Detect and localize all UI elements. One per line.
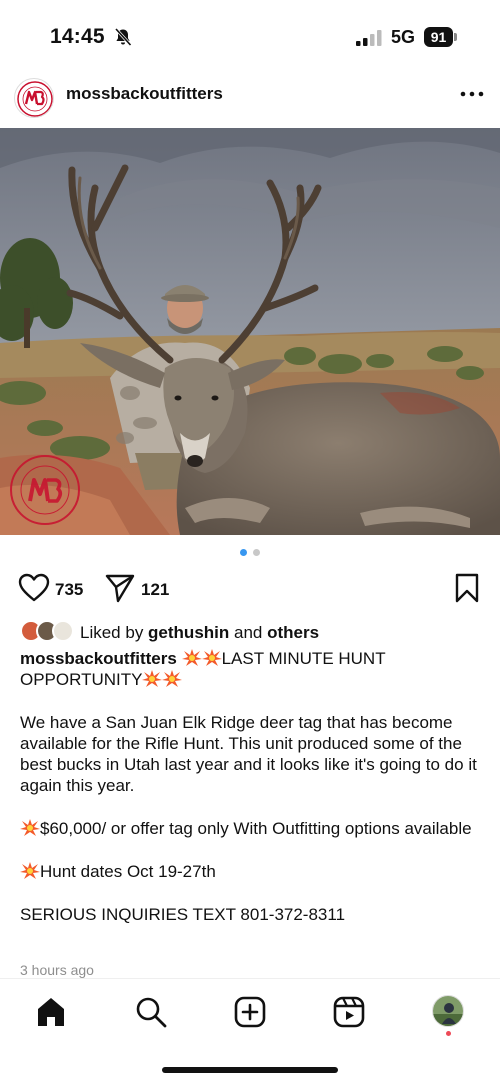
post-actions: 735 121 bbox=[0, 572, 500, 608]
share-button[interactable] bbox=[104, 572, 136, 606]
collision-emoji-icon bbox=[20, 862, 40, 879]
carousel-dot bbox=[253, 549, 260, 556]
bell-slash-icon bbox=[114, 27, 132, 47]
reels-icon bbox=[333, 996, 365, 1028]
like-count[interactable]: 735 bbox=[55, 580, 83, 600]
tab-home[interactable] bbox=[34, 995, 68, 1029]
bookmark-icon bbox=[455, 573, 479, 603]
post-header: mossbackoutfitters bbox=[0, 74, 500, 128]
search-icon bbox=[136, 997, 167, 1028]
collision-emoji-icon bbox=[181, 649, 202, 666]
send-icon bbox=[105, 574, 135, 603]
collision-emoji-icon bbox=[201, 649, 222, 666]
share-count[interactable]: 121 bbox=[141, 580, 169, 600]
battery-level: 91 bbox=[424, 27, 453, 47]
tab-create[interactable] bbox=[233, 995, 267, 1029]
home-icon bbox=[38, 998, 64, 1026]
hunter-with-mule-deer-image bbox=[0, 128, 500, 535]
more-options-icon[interactable] bbox=[458, 84, 486, 104]
caption-dates-line: Hunt dates Oct 19-27th bbox=[20, 861, 480, 882]
collision-emoji-icon bbox=[142, 670, 163, 687]
post-caption: mossbackoutfitters LAST MINUTE HUNT OPPO… bbox=[20, 648, 480, 925]
account-avatar[interactable] bbox=[14, 78, 54, 118]
home-indicator bbox=[162, 1067, 338, 1073]
liker-avatar bbox=[52, 620, 74, 642]
carousel-dot-active bbox=[240, 549, 247, 556]
status-time: 14:45 bbox=[50, 25, 105, 48]
network-type: 5G bbox=[391, 27, 416, 47]
liked-by-avatars bbox=[20, 620, 80, 644]
caption-contact-line: SERIOUS INQUIRIES TEXT 801-372-8311 bbox=[20, 905, 346, 924]
tab-profile[interactable] bbox=[432, 995, 464, 1027]
save-button[interactable] bbox=[454, 572, 480, 606]
tab-reels[interactable] bbox=[332, 995, 366, 1029]
carousel-indicator bbox=[0, 549, 500, 559]
post-timestamp: 3 hours ago bbox=[20, 962, 94, 978]
post-username[interactable]: mossbackoutfitters bbox=[66, 84, 223, 104]
like-button[interactable] bbox=[18, 572, 50, 606]
liked-by-others[interactable]: others bbox=[267, 623, 319, 642]
profile-avatar bbox=[433, 996, 463, 1026]
battery-icon: 91 bbox=[424, 27, 457, 47]
collision-emoji-icon bbox=[20, 819, 40, 836]
post-photo[interactable] bbox=[0, 128, 500, 535]
tab-search[interactable] bbox=[134, 995, 168, 1029]
watermark-logo bbox=[10, 455, 80, 525]
signal-icon bbox=[356, 30, 382, 46]
status-bar: 14:45 5G 91 bbox=[0, 0, 500, 74]
caption-paragraph: We have a San Juan Elk Ridge deer tag th… bbox=[20, 713, 477, 795]
collision-emoji-icon bbox=[162, 670, 183, 687]
caption-username[interactable]: mossbackoutfitters bbox=[20, 649, 177, 668]
liked-by-user[interactable]: gethushin bbox=[148, 623, 229, 642]
notification-dot bbox=[446, 1031, 451, 1036]
caption-price-line: $60,000/ or offer tag only With Outfitti… bbox=[20, 818, 480, 839]
liked-by[interactable]: Liked by gethushin and others bbox=[20, 620, 490, 644]
mossback-logo-icon bbox=[17, 81, 53, 117]
liked-by-text: Liked by gethushin and others bbox=[80, 623, 320, 642]
create-icon bbox=[234, 996, 266, 1028]
heart-icon bbox=[18, 573, 50, 602]
